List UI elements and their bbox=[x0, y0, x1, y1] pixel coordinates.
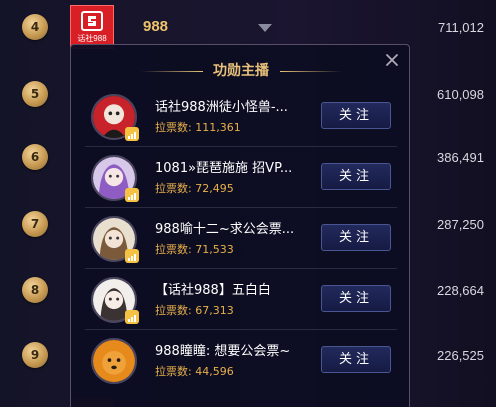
level-badge-icon bbox=[125, 249, 139, 263]
follow-button[interactable]: 关注 bbox=[321, 102, 391, 129]
guild-logo[interactable]: 话社988 bbox=[70, 5, 114, 49]
rank-badge: 4 bbox=[22, 14, 48, 40]
streamer-name[interactable]: 988喻十二~求公会票... bbox=[155, 218, 305, 237]
score-value: 711,012 bbox=[437, 20, 484, 35]
vote-label: 拉票数: bbox=[155, 121, 192, 134]
rank-badge: 7 bbox=[22, 211, 48, 237]
vote-count: 拉票数: 72,495 bbox=[155, 180, 234, 196]
vote-count: 拉票数: 111,361 bbox=[155, 119, 241, 135]
vote-label: 拉票数: bbox=[155, 365, 192, 378]
vote-value: 44,596 bbox=[195, 365, 234, 378]
score-value: 610,098 bbox=[437, 87, 484, 102]
follow-button[interactable]: 关注 bbox=[321, 285, 391, 312]
streamer-row: 【话社988】五白白 拉票数: 67,313 关注 bbox=[85, 269, 397, 330]
divider bbox=[280, 71, 342, 72]
rank-badge: 9 bbox=[22, 342, 48, 368]
top-streamers-popup: 功勋主播 话社988洲徒小怪兽-... 拉票数: 111,361 关注 1081… bbox=[70, 44, 410, 407]
streamer-row: 988喻十二~求公会票... 拉票数: 71,533 关注 bbox=[85, 208, 397, 269]
avatar[interactable] bbox=[91, 338, 137, 384]
level-badge-icon bbox=[125, 310, 139, 324]
follow-button[interactable]: 关注 bbox=[321, 346, 391, 373]
level-badge-icon bbox=[125, 127, 139, 141]
guild-logo-caption: 话社988 bbox=[77, 33, 107, 43]
score-value: 228,664 bbox=[437, 283, 484, 298]
streamer-row: 988瞳瞳: 想要公会票~ 拉票数: 44,596 关注 bbox=[85, 330, 397, 391]
close-icon[interactable] bbox=[383, 53, 401, 71]
rank-badge: 5 bbox=[22, 81, 48, 107]
streamer-name[interactable]: 话社988洲徒小怪兽-... bbox=[155, 96, 305, 115]
vote-value: 71,533 bbox=[195, 243, 234, 256]
vote-label: 拉票数: bbox=[155, 304, 192, 317]
vote-count: 拉票数: 71,533 bbox=[155, 241, 234, 257]
vote-count: 拉票数: 67,313 bbox=[155, 302, 234, 318]
chevron-down-icon[interactable] bbox=[258, 24, 272, 32]
follow-button[interactable]: 关注 bbox=[321, 224, 391, 251]
streamer-name[interactable]: 988瞳瞳: 想要公会票~ bbox=[155, 340, 305, 359]
streamer-name[interactable]: 【话社988】五白白 bbox=[155, 279, 305, 298]
streamer-row: 话社988洲徒小怪兽-... 拉票数: 111,361 关注 bbox=[85, 86, 397, 147]
vote-value: 72,495 bbox=[195, 182, 234, 195]
rank-badge: 6 bbox=[22, 144, 48, 170]
guild-name[interactable]: 988 bbox=[143, 18, 168, 35]
vote-count: 拉票数: 44,596 bbox=[155, 363, 234, 379]
popup-title: 功勋主播 bbox=[213, 63, 269, 79]
streamer-row: 1081»琵琶施施 招VP... 拉票数: 72,495 关注 bbox=[85, 147, 397, 208]
score-value: 287,250 bbox=[437, 217, 484, 232]
follow-button[interactable]: 关注 bbox=[321, 163, 391, 190]
vote-value: 67,313 bbox=[195, 304, 234, 317]
score-value: 386,491 bbox=[437, 150, 484, 165]
vote-label: 拉票数: bbox=[155, 182, 192, 195]
vote-value: 111,361 bbox=[195, 121, 241, 134]
popup-header: 功勋主播 bbox=[71, 59, 411, 83]
level-badge-icon bbox=[125, 188, 139, 202]
vote-label: 拉票数: bbox=[155, 243, 192, 256]
streamer-name[interactable]: 1081»琵琶施施 招VP... bbox=[155, 157, 305, 176]
score-value: 226,525 bbox=[437, 348, 484, 363]
rank-badge: 8 bbox=[22, 277, 48, 303]
guild-logo-icon bbox=[81, 10, 103, 31]
